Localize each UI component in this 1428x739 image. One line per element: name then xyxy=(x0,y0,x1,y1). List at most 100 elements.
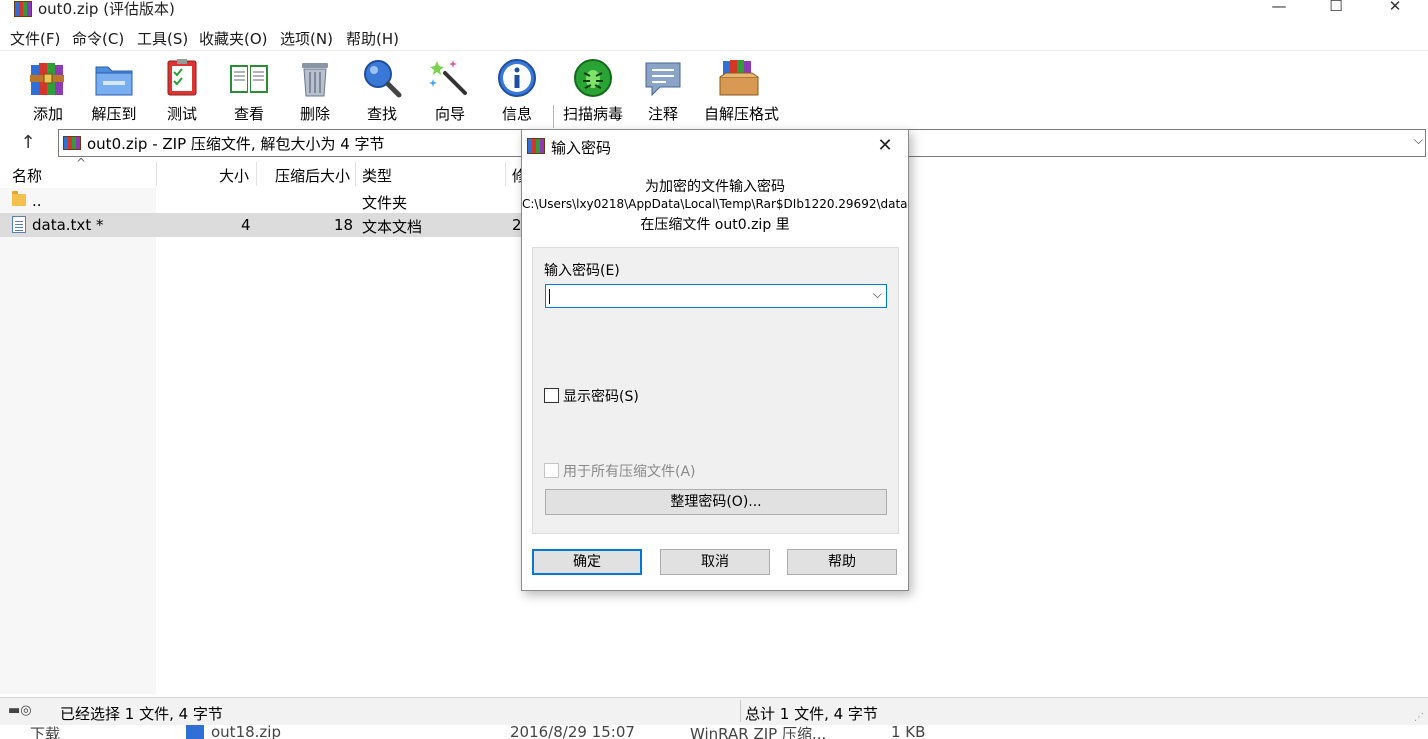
status-divider xyxy=(740,700,741,722)
column-name[interactable]: 名称 xyxy=(12,165,42,186)
zip-file-icon xyxy=(186,725,204,739)
file-name: .. xyxy=(32,192,42,210)
add-label: 添加 xyxy=(32,105,63,123)
test-button[interactable]: 测试 xyxy=(150,55,214,125)
cancel-button[interactable]: 取消 xyxy=(660,549,770,575)
wizard-wand-icon xyxy=(429,57,471,99)
selection-status: 已经选择 1 文件, 4 字节 xyxy=(60,705,223,723)
wizard-button[interactable]: 向导 xyxy=(418,55,482,125)
comment-button[interactable]: 注释 xyxy=(631,55,695,125)
column-divider[interactable] xyxy=(355,162,356,186)
test-label: 测试 xyxy=(166,105,197,123)
drive-key-icon: ▬◎ xyxy=(8,703,32,718)
column-divider[interactable] xyxy=(156,162,157,186)
help-button[interactable]: 帮助 xyxy=(787,549,897,575)
use-for-all-checkbox[interactable] xyxy=(544,463,559,478)
behind-file-type: WinRAR ZIP 压缩... xyxy=(690,725,827,739)
dialog-close-button[interactable]: ✕ xyxy=(870,134,900,158)
menu-bar: 文件(F) 命令(C) 工具(S) 收藏夹(O) 选项(N) 帮助(H) xyxy=(0,26,1428,50)
menu-favorites[interactable]: 收藏夹(O) xyxy=(199,28,268,49)
info-label: 信息 xyxy=(501,105,532,123)
column-divider[interactable] xyxy=(505,162,506,186)
file-type: 文本文档 xyxy=(362,218,423,236)
scan-virus-button[interactable]: 扫描病毒 xyxy=(561,55,625,125)
sfx-button[interactable]: 自解压格式 xyxy=(704,55,780,125)
menu-file[interactable]: 文件(F) xyxy=(10,28,60,49)
organize-passwords-button[interactable]: 整理密码(O)... xyxy=(545,489,887,515)
password-combo[interactable]: ⌵ xyxy=(545,284,887,308)
background-window-row: 下载 out18.zip 2016/8/29 15:07 WinRAR ZIP … xyxy=(0,725,1428,739)
winrar-archive-icon xyxy=(63,136,81,150)
text-caret xyxy=(549,289,550,304)
password-dialog: 输入密码 ✕ 为加密的文件输入密码 C:\Users\lxy0218\AppDa… xyxy=(521,129,909,591)
archive-path-text: out0.zip - ZIP 压缩文件, 解包大小为 4 字节 xyxy=(87,135,385,153)
extract-to-button[interactable]: 解压到 xyxy=(82,55,146,125)
name-column-shade xyxy=(0,188,156,694)
dialog-heading: 为加密的文件输入密码 xyxy=(645,179,785,195)
minimize-button[interactable]: — xyxy=(1256,0,1302,22)
encrypted-file-path: C:\Users\lxy0218\AppData\Local\Temp\Rar$… xyxy=(522,197,908,211)
menu-commands[interactable]: 命令(C) xyxy=(72,28,124,49)
find-label: 查找 xyxy=(366,105,397,123)
wizard-label: 向导 xyxy=(434,105,465,123)
add-button[interactable]: 添加 xyxy=(16,55,80,125)
behind-file-name: out18.zip xyxy=(211,725,281,739)
behind-file-date: 2016/8/29 15:07 xyxy=(510,725,635,739)
file-packed-size: 18 xyxy=(334,216,354,234)
ok-button[interactable]: 确定 xyxy=(532,549,642,575)
folder-icon xyxy=(12,191,26,206)
up-arrow-icon[interactable]: ↑ xyxy=(10,131,46,157)
window-title: out0.zip (评估版本) xyxy=(38,0,175,18)
magnifier-icon xyxy=(361,57,403,99)
delete-button[interactable]: 删除 xyxy=(283,55,347,125)
behind-file-size: 1 KB xyxy=(891,725,926,739)
file-name: data.txt * xyxy=(32,216,104,234)
sfx-label: 自解压格式 xyxy=(704,105,780,123)
show-password-label[interactable]: 显示密码(S) xyxy=(563,386,639,406)
show-password-checkbox[interactable] xyxy=(544,388,559,403)
winrar-logo-icon xyxy=(14,1,32,17)
delete-label: 删除 xyxy=(299,105,330,123)
column-size[interactable]: 大小 xyxy=(219,165,249,186)
extract-to-icon xyxy=(93,57,135,99)
file-type: 文件夹 xyxy=(362,194,408,212)
sfx-box-icon xyxy=(718,57,760,99)
chevron-down-icon[interactable]: ⌵ xyxy=(1414,133,1423,148)
menu-tools[interactable]: 工具(S) xyxy=(137,28,188,49)
resize-grip-icon[interactable]: ⋰ xyxy=(1414,712,1424,723)
close-button[interactable]: ✕ xyxy=(1372,0,1418,22)
column-divider[interactable] xyxy=(256,162,257,186)
file-size: 4 xyxy=(241,216,251,234)
status-bar: ▬◎ 已经选择 1 文件, 4 字节 总计 1 文件, 4 字节 ⋰ xyxy=(0,697,1428,725)
test-icon xyxy=(161,57,203,99)
info-button[interactable]: 信息 xyxy=(485,55,549,125)
dialog-title: 输入密码 xyxy=(551,139,612,157)
use-for-all-label: 用于所有压缩文件(A) xyxy=(563,464,696,480)
dialog-panel: 输入密码(E) ⌵ 显示密码(S) 用于所有压缩文件(A) 整理密码(O)... xyxy=(532,247,899,534)
view-button[interactable]: 查看 xyxy=(217,55,281,125)
downloads-label: 下载 xyxy=(30,725,61,739)
info-icon xyxy=(496,57,538,99)
maximize-button[interactable]: ☐ xyxy=(1313,0,1359,22)
comment-icon xyxy=(642,57,684,99)
view-book-icon xyxy=(228,57,270,99)
menu-options[interactable]: 选项(N) xyxy=(280,28,333,49)
toolbar: 添加 解压到 测试 查看 删除 查找 向导 信息 扫描病毒 注释 自解压格式 xyxy=(0,50,1428,171)
archive-name-line: 在压缩文件 out0.zip 里 xyxy=(640,217,790,233)
winrar-logo-icon xyxy=(527,138,545,154)
menu-help[interactable]: 帮助(H) xyxy=(346,28,399,49)
column-type[interactable]: 类型 xyxy=(362,165,392,186)
dialog-body: 为加密的文件输入密码 C:\Users\lxy0218\AppData\Loca… xyxy=(522,162,908,590)
comment-label: 注释 xyxy=(647,105,678,123)
chevron-down-icon[interactable]: ⌵ xyxy=(873,287,882,302)
extract-to-label: 解压到 xyxy=(91,105,137,123)
sort-up-icon: ^ xyxy=(76,156,87,170)
scan-virus-label: 扫描病毒 xyxy=(562,105,623,123)
text-document-icon xyxy=(12,216,26,233)
column-packed[interactable]: 压缩后大小 xyxy=(275,165,350,186)
find-button[interactable]: 查找 xyxy=(350,55,414,125)
view-label: 查看 xyxy=(233,105,264,123)
dialog-titlebar: 输入密码 ✕ xyxy=(522,130,908,162)
password-label: 输入密码(E) xyxy=(544,263,620,279)
table-row[interactable]: data.txt * 4 18 文本文档 2 xyxy=(0,213,530,237)
